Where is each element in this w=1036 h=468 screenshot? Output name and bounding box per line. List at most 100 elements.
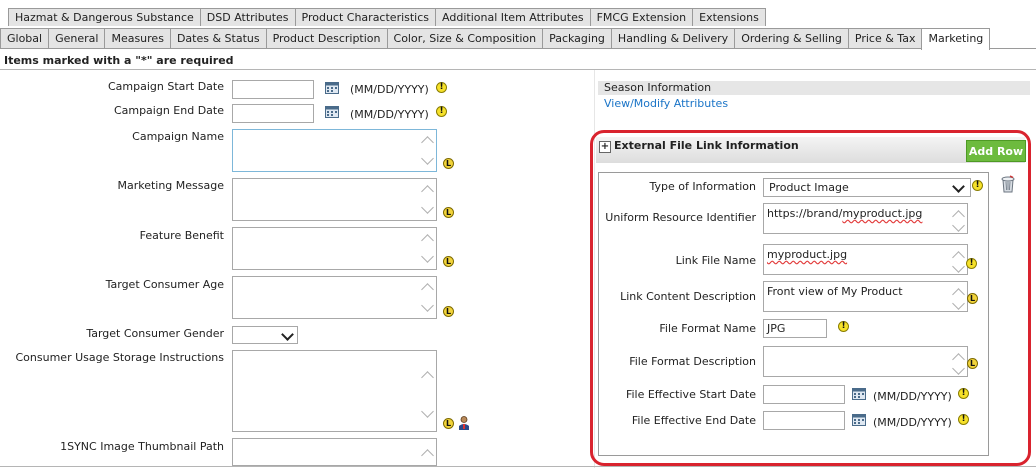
date-format-hint: (MM/DD/YYYY)	[873, 390, 952, 403]
chevron-down-icon	[952, 180, 965, 193]
textarea-scroll[interactable]	[421, 228, 435, 269]
calendar-icon[interactable]	[325, 81, 339, 94]
file-effective-end-date-label: File Effective End Date	[631, 414, 756, 427]
tab-row-2: Global General Measures Dates & Status P…	[0, 28, 991, 50]
lock-icon: L	[443, 418, 454, 429]
uri-textarea[interactable]: https://brand/myproduct.jpg	[763, 203, 968, 234]
campaign-name-textarea[interactable]	[232, 129, 437, 172]
scroll-down-icon	[952, 260, 965, 273]
scroll-up-icon	[421, 371, 434, 384]
tab-price-tax[interactable]: Price & Tax	[847, 28, 923, 48]
tab-product-description[interactable]: Product Description	[265, 28, 388, 48]
scroll-up-icon	[421, 234, 434, 247]
scroll-up-icon	[421, 283, 434, 296]
expand-plus-icon[interactable]: +	[599, 141, 611, 153]
textarea-scroll[interactable]	[952, 347, 966, 376]
feature-benefit-textarea[interactable]	[232, 227, 437, 270]
textarea-scroll[interactable]	[421, 439, 435, 465]
file-effective-end-date-input[interactable]	[763, 411, 845, 430]
scroll-down-icon	[421, 201, 434, 214]
tab-global[interactable]: Global	[0, 28, 50, 48]
campaign-end-date-input[interactable]	[232, 104, 314, 123]
campaign-name-label: Campaign Name	[132, 130, 224, 143]
textarea-scroll[interactable]	[952, 204, 966, 233]
consumer-usage-textarea[interactable]	[232, 350, 437, 432]
person-icon[interactable]	[458, 416, 470, 430]
link-file-name-value: myproduct.jpg	[767, 248, 848, 261]
calendar-icon[interactable]	[852, 413, 866, 426]
add-row-button[interactable]: Add Row	[966, 140, 1026, 162]
file-format-description-textarea[interactable]	[763, 346, 968, 377]
tab-handling-delivery[interactable]: Handling & Delivery	[610, 28, 736, 48]
info-icon: !	[436, 82, 447, 93]
lock-icon: L	[443, 207, 454, 218]
divider	[0, 69, 1036, 70]
date-format-hint: (MM/DD/YYYY)	[350, 108, 429, 121]
file-effective-start-date-input[interactable]	[763, 385, 845, 404]
target-consumer-age-label: Target Consumer Age	[105, 278, 224, 291]
scroll-down-icon	[421, 152, 434, 165]
tab-packaging[interactable]: Packaging	[542, 28, 612, 48]
lock-icon: L	[443, 158, 454, 169]
calendar-icon[interactable]	[325, 105, 339, 118]
tab-additional-item-attributes[interactable]: Additional Item Attributes	[435, 8, 591, 26]
calendar-icon[interactable]	[852, 387, 866, 400]
scroll-down-icon	[952, 297, 965, 310]
info-icon: !	[436, 106, 447, 117]
tab-hazmat[interactable]: Hazmat & Dangerous Substance	[8, 8, 201, 26]
campaign-start-date-input[interactable]	[232, 80, 314, 99]
bottom-divider	[0, 466, 1036, 467]
view-modify-attributes-link[interactable]: View/Modify Attributes	[604, 97, 728, 111]
thumbnail-path-textarea[interactable]	[232, 438, 437, 466]
date-format-hint: (MM/DD/YYYY)	[350, 83, 429, 96]
file-format-name-label: File Format Name	[659, 322, 756, 335]
tab-dsd-attributes[interactable]: DSD Attributes	[199, 8, 296, 26]
uri-value-suffix: myproduct.jpg	[842, 207, 923, 220]
target-consumer-age-textarea[interactable]	[232, 276, 437, 319]
target-consumer-gender-select[interactable]	[232, 326, 298, 344]
target-consumer-gender-label: Target Consumer Gender	[86, 327, 224, 340]
textarea-scroll[interactable]	[421, 130, 435, 171]
tab-ordering-selling[interactable]: Ordering & Selling	[734, 28, 849, 48]
tab-extensions[interactable]: Extensions	[692, 8, 766, 26]
file-effective-start-date-label: File Effective Start Date	[625, 388, 756, 401]
file-format-name-input[interactable]: JPG	[763, 319, 827, 338]
info-icon: !	[966, 258, 977, 269]
textarea-scroll[interactable]	[421, 277, 435, 318]
textarea-scroll[interactable]	[952, 245, 966, 274]
info-icon: !	[958, 388, 969, 399]
scroll-down-icon	[421, 250, 434, 263]
textarea-scroll[interactable]	[952, 282, 966, 311]
trash-icon[interactable]	[1000, 175, 1016, 193]
link-file-name-label: Link File Name	[675, 254, 756, 267]
info-icon: !	[972, 180, 983, 191]
info-icon: !	[958, 414, 969, 425]
scroll-up-icon	[421, 136, 434, 149]
marketing-message-textarea[interactable]	[232, 178, 437, 221]
tab-product-characteristics[interactable]: Product Characteristics	[294, 8, 437, 26]
uri-label: Uniform Resource Identifier	[605, 211, 756, 224]
scroll-down-icon	[952, 219, 965, 232]
link-content-description-textarea[interactable]: Front view of My Product	[763, 281, 968, 312]
tab-baseline	[0, 48, 1036, 49]
tab-dates-status[interactable]: Dates & Status	[169, 28, 267, 48]
tab-measures[interactable]: Measures	[104, 28, 171, 48]
textarea-scroll[interactable]	[421, 179, 435, 220]
feature-benefit-label: Feature Benefit	[139, 229, 224, 242]
tab-general[interactable]: General	[48, 28, 106, 48]
file-format-description-label: File Format Description	[629, 355, 756, 368]
tab-color-size-composition[interactable]: Color, Size & Composition	[386, 28, 544, 48]
link-file-name-textarea[interactable]: myproduct.jpg	[763, 244, 968, 275]
type-of-information-select[interactable]: Product Image	[763, 178, 971, 197]
scroll-down-icon	[952, 362, 965, 375]
file-format-name-value: JPG	[767, 322, 786, 335]
tab-fmcg-extension[interactable]: FMCG Extension	[589, 8, 694, 26]
textarea-scroll[interactable]	[421, 351, 435, 431]
tab-marketing[interactable]: Marketing	[921, 28, 991, 50]
campaign-start-date-label: Campaign Start Date	[107, 80, 224, 93]
link-content-description-value: Front view of My Product	[767, 285, 903, 298]
scroll-down-icon	[421, 405, 434, 418]
scroll-up-icon	[421, 449, 434, 462]
season-information-header: Season Information	[598, 81, 1030, 95]
marketing-message-label: Marketing Message	[117, 179, 224, 192]
